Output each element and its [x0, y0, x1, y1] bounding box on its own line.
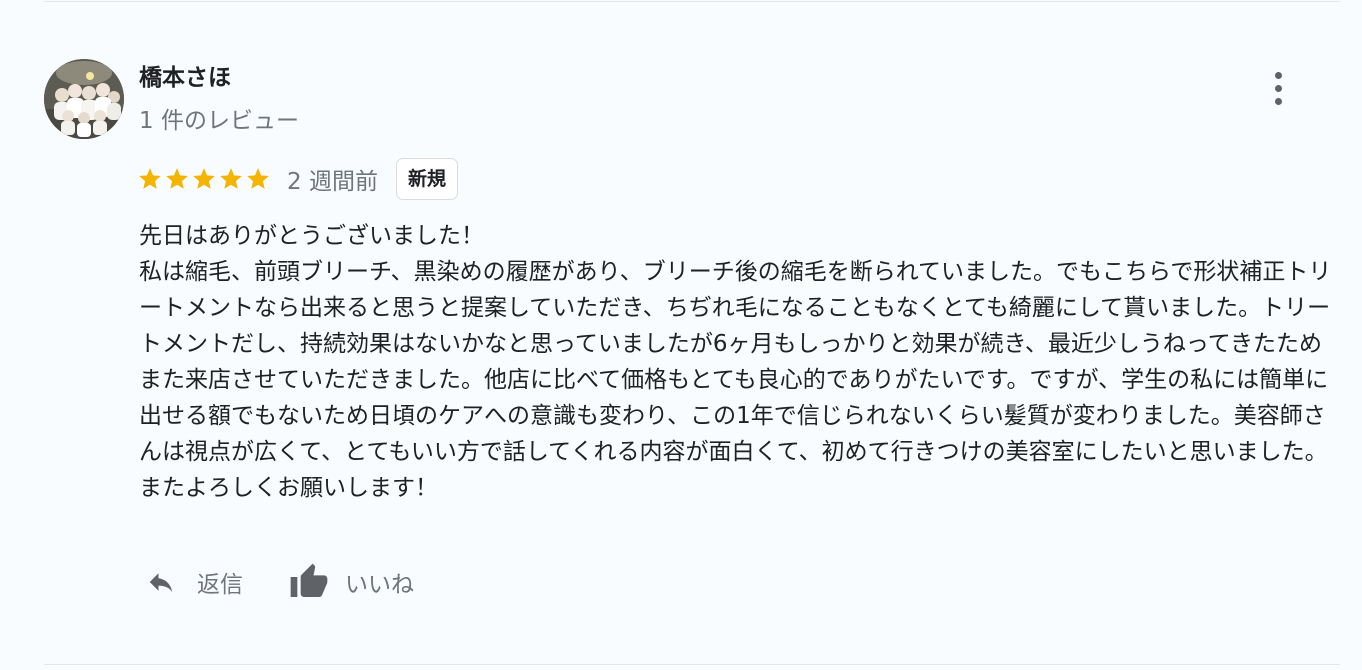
bottom-divider: [44, 664, 1340, 665]
review-text: 先日はありがとうございました！ 私は縮毛、前頭ブリーチ、黒染めの履歴があり、ブリ…: [139, 223, 1332, 501]
reviewer-review-count[interactable]: 1 件のレビュー: [139, 105, 299, 137]
more-options-button[interactable]: [1258, 68, 1298, 108]
star-rating: [137, 166, 271, 192]
reply-button[interactable]: 返信: [141, 560, 243, 604]
top-divider: [44, 1, 1340, 2]
like-label: いいね: [345, 572, 414, 598]
star-icon: [247, 168, 269, 189]
reviewer-name[interactable]: 橋本さほ: [139, 62, 231, 94]
more-vert-icon: [1274, 71, 1282, 105]
like-button[interactable]: いいね: [289, 560, 414, 604]
thumb-up-icon: [289, 560, 329, 604]
new-badge: 新規: [395, 158, 458, 200]
star-icon: [139, 168, 161, 189]
reviewer-avatar[interactable]: [44, 59, 124, 139]
reply-icon: [141, 560, 181, 604]
reply-label: 返信: [197, 572, 243, 598]
review-meta-row: 2 週間前 新規: [137, 157, 458, 201]
star-icon: [220, 168, 242, 189]
review-time-ago: 2 週間前: [287, 169, 378, 195]
star-icon: [166, 168, 188, 189]
star-icon: [193, 168, 215, 189]
review-actions: 返信 いいね: [141, 560, 414, 604]
